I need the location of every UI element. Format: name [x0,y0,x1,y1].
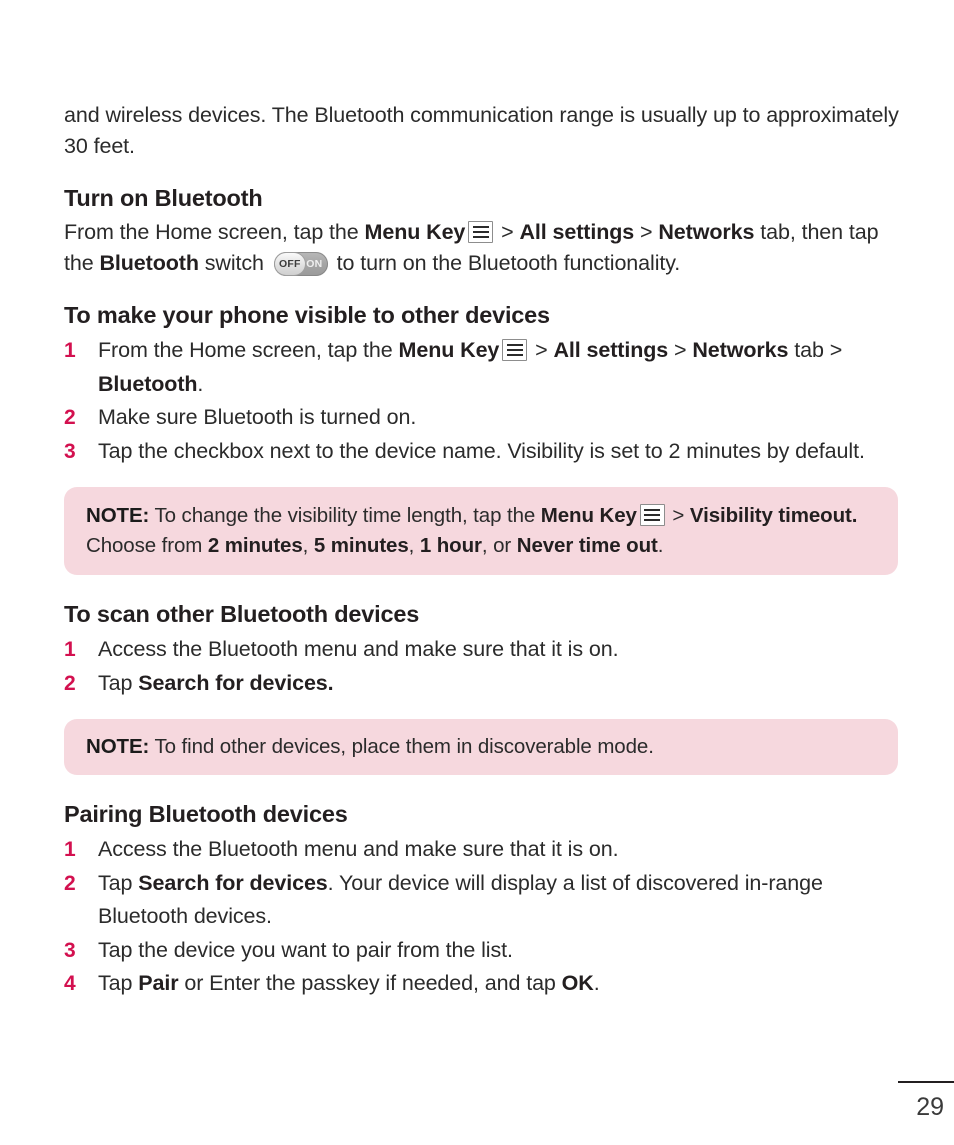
step-text: Tap Search for devices. Your device will… [98,867,902,934]
list-item: 3 Tap the device you want to pair from t… [64,934,902,968]
text-fragment: Tap [98,971,139,995]
option-5-minutes: 5 minutes [313,534,409,557]
bluetooth-label: Bluetooth [98,371,198,396]
list-item: 2 Make sure Bluetooth is turned on. [64,401,902,435]
list-item: 2 Tap Search for devices. Your device wi… [64,867,902,934]
step-number: 3 [64,439,76,463]
step-text: From the Home screen, tap the Menu Key >… [98,334,902,401]
text-fragment: , [302,534,314,557]
text-fragment: tab > [788,338,843,362]
menu-key-label: Menu Key [398,338,500,362]
manual-page: and wireless devices. The Bluetooth comm… [0,0,954,1145]
step-text: Tap the checkbox next to the device name… [98,438,865,463]
menu-key-label: Menu Key [540,504,637,527]
text-fragment: > [666,504,690,527]
step-text: Tap Search for devices. [98,667,902,701]
text-fragment: to turn on the Bluetooth functionality. [330,251,681,275]
menu-key-icon [468,221,494,243]
option-2-minutes: 2 minutes [207,534,303,557]
step-text: Access the Bluetooth menu and make sure … [98,837,619,861]
heading-turn-on-bluetooth: Turn on Bluetooth [64,185,263,211]
step-text: Access the Bluetooth menu and make sure … [98,637,619,661]
toggle-off-label: OFF [278,258,301,270]
heading-scan-other-devices: To scan other Bluetooth devices [64,601,420,627]
step-number: 2 [64,871,76,895]
step-number: 1 [64,838,76,861]
ok-label: OK [561,971,594,995]
networks-label: Networks [658,220,755,244]
text-fragment: > [495,220,520,244]
text-fragment: From the Home screen, tap the [64,220,365,244]
steps-make-phone-visible: 1 From the Home screen, tap the Menu Key… [64,334,902,468]
intro-paragraph: and wireless devices. The Bluetooth comm… [64,103,899,158]
text-fragment: . [593,971,600,995]
all-settings-label: All settings [553,338,669,362]
text-fragment: > [529,338,554,362]
step-text: Make sure Bluetooth is turned on. [98,405,417,429]
all-settings-label: All settings [519,220,635,244]
page-number: 29 [916,1093,944,1121]
text-fragment: switch [198,251,270,275]
text-fragment: Tap [98,870,139,895]
text-fragment: , [408,534,420,557]
list-item: 1 From the Home screen, tap the Menu Key… [64,334,902,401]
networks-label: Networks [692,338,789,362]
bluetooth-label: Bluetooth [99,251,199,275]
text-fragment: , or [481,534,517,557]
text-fragment: > [634,220,659,244]
note-box-visibility-timeout: NOTE: To change the visibility time leng… [64,487,898,575]
step-number: 1 [64,638,76,661]
visibility-timeout-label: Visibility timeout. [689,504,858,527]
step-text: Tap the device you want to pair from the… [98,937,513,962]
heading-pairing-bluetooth-devices: Pairing Bluetooth devices [64,801,348,827]
footer-divider [898,1081,954,1083]
step-text: Tap Pair or Enter the passkey if needed,… [98,967,902,1001]
menu-key-label: Menu Key [364,220,466,244]
list-item: 1 Access the Bluetooth menu and make sur… [64,833,902,867]
step-number: 1 [64,339,76,362]
pair-label: Pair [138,971,179,995]
list-item: 4 Tap Pair or Enter the passkey if neede… [64,967,902,1001]
list-item: 2 Tap Search for devices. [64,667,902,701]
turn-on-bluetooth-paragraph: From the Home screen, tap the Menu Key >… [64,217,902,279]
note-label: NOTE: [86,504,150,527]
page-content: and wireless devices. The Bluetooth comm… [64,100,902,1001]
note-label: NOTE: [86,735,150,758]
list-item: 1 Access the Bluetooth menu and make sur… [64,633,902,667]
list-item: 3 Tap the checkbox next to the device na… [64,435,902,469]
text-fragment: Choose from [86,534,208,557]
step-number: 2 [64,671,76,695]
heading-make-phone-visible: To make your phone visible to other devi… [64,302,550,328]
text-fragment: From the Home screen, tap the [98,338,399,362]
text-fragment: . [197,371,204,396]
option-1-hour: 1 hour [419,534,482,557]
search-for-devices-label: Search for devices [138,870,328,895]
bluetooth-toggle-switch-icon: OFF ON [273,252,328,276]
note-box-discoverable-mode: NOTE: To find other devices, place them … [64,719,898,775]
text-fragment: or Enter the passkey if needed, and tap [178,971,562,995]
step-number: 4 [64,972,76,995]
step-number: 3 [64,938,76,962]
text-fragment: To change the visibility time length, ta… [149,504,541,527]
step-number: 2 [64,406,76,429]
menu-key-icon [502,339,528,361]
steps-pairing-devices: 1 Access the Bluetooth menu and make sur… [64,833,902,1001]
text-fragment: > [668,338,693,362]
menu-key-icon [639,504,665,526]
toggle-on-label: ON [306,258,323,270]
search-for-devices-label: Search for devices. [138,670,334,695]
text-fragment: . [657,534,664,557]
text-fragment: Tap [98,670,139,695]
option-never-time-out: Never time out [516,534,658,557]
steps-scan-other-devices: 1 Access the Bluetooth menu and make sur… [64,633,902,700]
text-fragment: To find other devices, place them in dis… [149,735,654,758]
